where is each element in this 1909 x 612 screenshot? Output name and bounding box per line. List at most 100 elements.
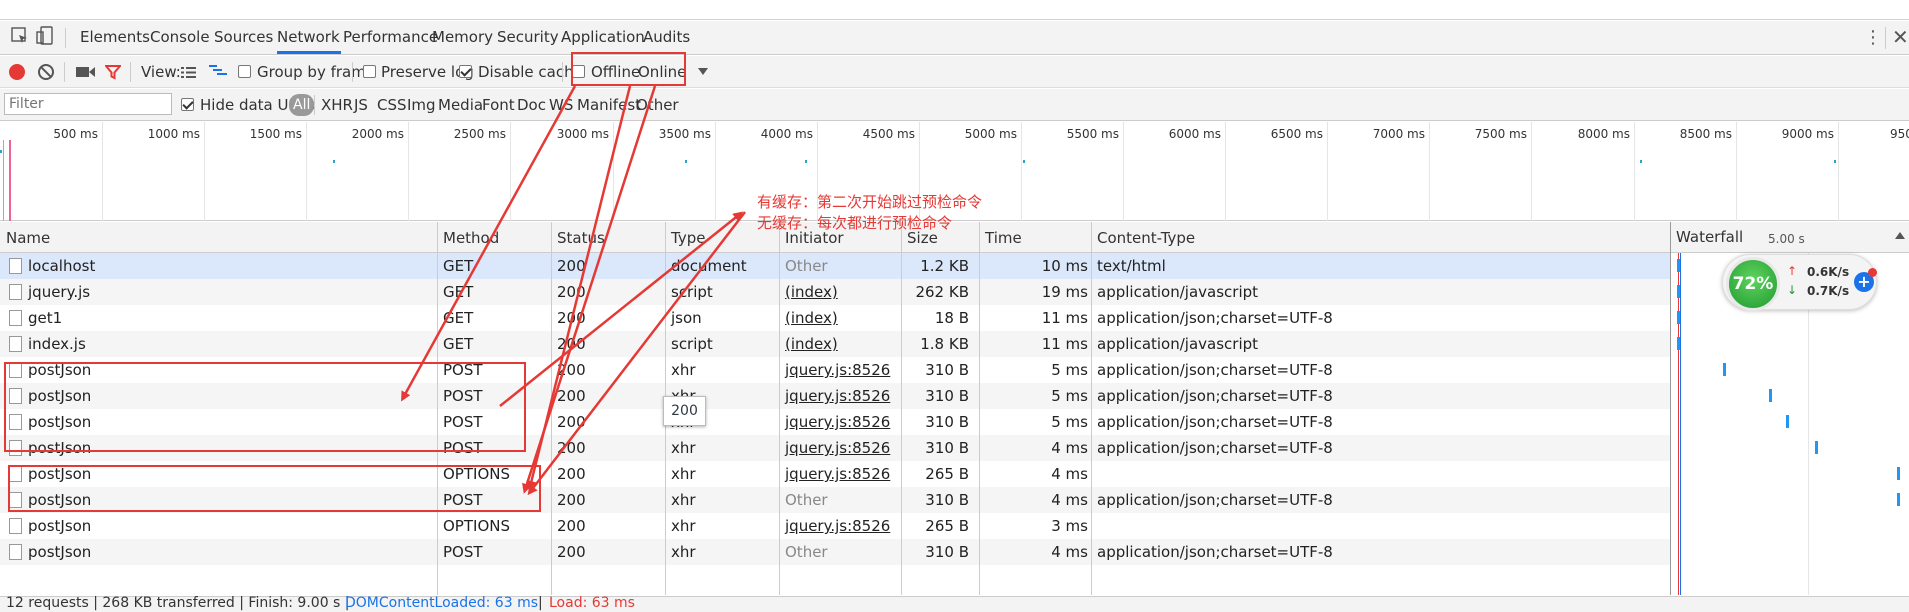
download-speed: 0.7K/s <box>1807 284 1850 298</box>
column-header-type[interactable]: Type <box>671 229 705 247</box>
column-header-name[interactable]: Name <box>6 229 50 247</box>
table-row[interactable]: jquery.js GET 200 script (index) 262 KB 19 ms a… <box>0 279 1670 305</box>
annotation-box-cached-posts <box>4 362 526 452</box>
cell-initiator[interactable]: jquery.js:8526 <box>785 387 890 405</box>
cell-initiator[interactable]: (index) <box>785 309 838 327</box>
table-row[interactable]: postJson POST 200 xhr Other 310 B 4 ms applicat… <box>0 539 1670 565</box>
tab-performance[interactable]: Performance <box>343 28 438 46</box>
chevron-down-icon[interactable] <box>698 68 708 75</box>
overview-tick-label: 6000 ms <box>1168 127 1221 141</box>
clear-icon[interactable] <box>38 64 54 80</box>
column-header-time[interactable]: Time <box>985 229 1022 247</box>
overview-tick-label: 5500 ms <box>1066 127 1119 141</box>
file-icon <box>9 544 22 560</box>
filter-type-doc[interactable]: Doc <box>517 96 546 114</box>
tab-sources[interactable]: Sources <box>214 28 273 46</box>
cell-name: localhost <box>28 257 96 275</box>
large-rows-icon[interactable] <box>181 66 196 78</box>
column-header-content-type[interactable]: Content-Type <box>1097 229 1195 247</box>
cell-size: 310 B <box>925 491 969 509</box>
table-row[interactable]: index.js GET 200 script (index) 1.8 KB 11 ms ap… <box>0 331 1670 357</box>
filter-type-xhr[interactable]: XHR <box>321 96 353 114</box>
tab-application[interactable]: Application <box>561 28 645 46</box>
cell-size: 262 KB <box>915 283 969 301</box>
overview-gridline <box>1531 122 1532 221</box>
cell-content-type: application/json;charset=UTF-8 <box>1097 361 1333 379</box>
column-header-status[interactable]: Status <box>557 229 605 247</box>
hide-data-urls-checkbox[interactable] <box>181 98 194 111</box>
column-divider <box>1091 222 1092 595</box>
column-header-method[interactable]: Method <box>443 229 499 247</box>
filter-input[interactable] <box>4 93 172 115</box>
overview-waterfall-icon[interactable] <box>209 65 227 78</box>
cell-initiator[interactable]: jquery.js:8526 <box>785 361 890 379</box>
tab-network[interactable]: Network <box>277 28 340 46</box>
table-row[interactable]: localhost GET 200 document Other 1.2 KB 10 ms t… <box>0 253 1670 279</box>
status-summary: 12 requests | 268 KB transferred | Finis… <box>6 595 350 611</box>
overview-request-mark <box>1834 160 1836 163</box>
cell-content-type: application/json;charset=UTF-8 <box>1097 491 1333 509</box>
upload-speed: 0.6K/s <box>1807 265 1850 279</box>
table-row[interactable]: postJson OPTIONS 200 xhr jquery.js:8526 265 B… <box>0 513 1670 539</box>
cell-method: POST <box>443 543 483 561</box>
tab-audits[interactable]: Audits <box>643 28 690 46</box>
filter-type-img[interactable]: Img <box>407 96 436 114</box>
cell-time: 11 ms <box>1041 309 1088 327</box>
group-by-frame-checkbox[interactable] <box>238 65 251 78</box>
filter-type-font[interactable]: Font <box>482 96 515 114</box>
waterfall-bar <box>1769 389 1772 402</box>
cell-type: script <box>671 283 713 301</box>
table-row[interactable]: get1 GET 200 json (index) 18 B 11 ms applicatio… <box>0 305 1670 331</box>
tab-memory[interactable]: Memory <box>432 28 493 46</box>
preserve-log-checkbox[interactable] <box>363 65 376 78</box>
tab-elements[interactable]: Elements <box>80 28 150 46</box>
tab-security[interactable]: Security <box>497 28 559 46</box>
disable-cache-checkbox[interactable] <box>459 65 472 78</box>
cell-initiator[interactable]: jquery.js:8526 <box>785 517 890 535</box>
filter-type-all[interactable]: All <box>289 94 315 116</box>
cell-initiator[interactable]: (index) <box>785 283 838 301</box>
filter-type-other[interactable]: Other <box>636 96 679 114</box>
inspect-element-icon[interactable] <box>11 27 29 45</box>
overview-gridline <box>408 122 409 221</box>
cell-initiator[interactable]: (index) <box>785 335 838 353</box>
record-icon[interactable] <box>9 64 25 80</box>
cell-initiator[interactable]: jquery.js:8526 <box>785 465 890 483</box>
overview-gridline <box>102 122 103 221</box>
filter-type-media[interactable]: Media <box>438 96 483 114</box>
network-speed-widget[interactable]: 72% ↑ 0.6K/s ↓ 0.7K/s + <box>1722 254 1877 311</box>
overview-tick-label: 6500 ms <box>1270 127 1323 141</box>
tab-console[interactable]: Console <box>150 28 210 46</box>
cell-method: OPTIONS <box>443 517 510 535</box>
group-by-frame-label: Group by frame <box>257 63 376 81</box>
cell-size: 310 B <box>925 361 969 379</box>
filter-type-js[interactable]: JS <box>354 96 368 114</box>
cell-content-type: application/javascript <box>1097 283 1259 301</box>
file-icon <box>9 336 22 352</box>
camera-icon[interactable] <box>76 65 96 79</box>
cell-type: xhr <box>671 543 696 561</box>
cell-type: json <box>671 309 702 327</box>
window-top-strip <box>0 0 1909 20</box>
filter-type-manifest[interactable]: Manifest <box>577 96 641 114</box>
status-tooltip: 200 <box>663 396 706 426</box>
cell-initiator[interactable]: jquery.js:8526 <box>785 439 890 457</box>
close-icon[interactable]: ✕ <box>1892 25 1909 49</box>
cell-initiator[interactable]: jquery.js:8526 <box>785 413 890 431</box>
waterfall-bar <box>1723 363 1726 376</box>
overview-gridline <box>715 122 716 221</box>
cell-name: get1 <box>28 309 63 327</box>
filter-type-ws[interactable]: WS <box>549 96 573 114</box>
annotation-box-disable-cache <box>571 52 686 86</box>
filter-icon[interactable] <box>103 64 123 80</box>
more-options-icon[interactable]: ⋮ <box>1864 29 1882 47</box>
status-bar: 12 requests | 268 KB transferred | Finis… <box>0 595 1909 612</box>
column-header-waterfall[interactable]: Waterfall <box>1676 228 1743 246</box>
file-icon <box>9 284 22 300</box>
cell-status: 200 <box>557 335 586 353</box>
filter-type-css[interactable]: CSS <box>377 96 407 114</box>
cell-type: xhr <box>671 517 696 535</box>
device-toolbar-icon[interactable] <box>36 26 54 46</box>
cell-status: 200 <box>557 413 586 431</box>
file-icon <box>9 258 22 274</box>
